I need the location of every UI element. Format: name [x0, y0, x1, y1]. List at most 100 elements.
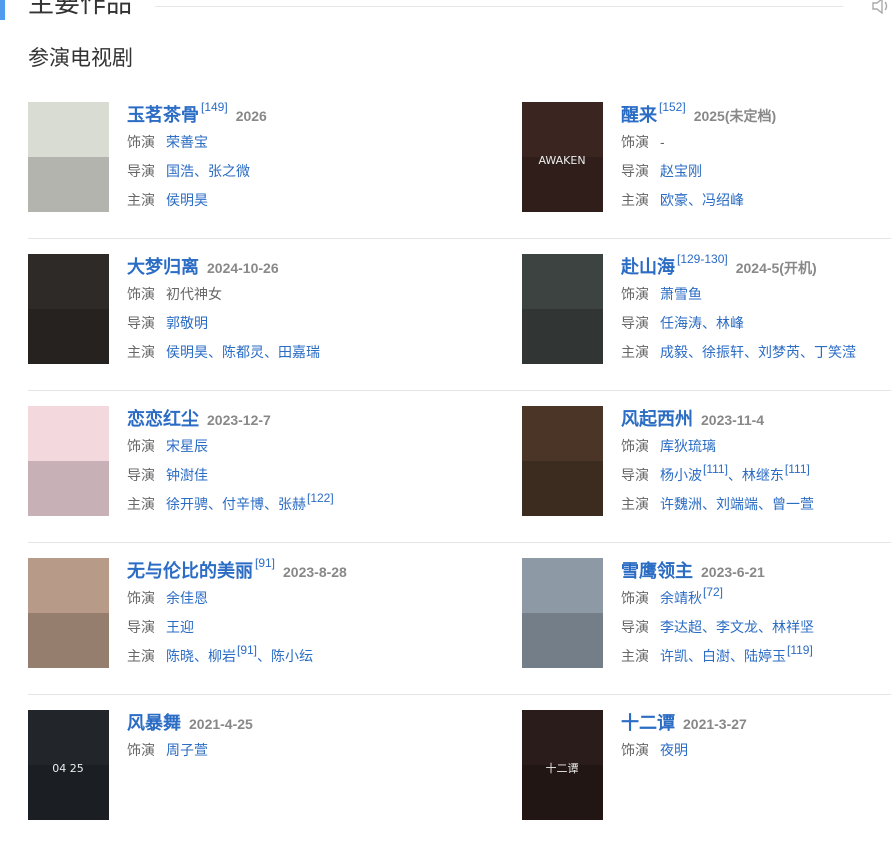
work-info: 风起西州 2023-11-4 饰演 库狄琉璃 导演 杨小波[111]、林继东[111] 主演… — [621, 406, 891, 519]
work-title-link[interactable]: 醒来 — [621, 105, 657, 125]
person-link[interactable]: 王迎 — [166, 619, 194, 635]
person-link[interactable]: 钟澍佳 — [166, 467, 208, 483]
person-link[interactable]: 曾一萱 — [772, 496, 814, 512]
work-info: 玉茗茶骨 [149] 2026 饰演 荣善宝 导演 国浩、张之微 主演 侯明昊 — [127, 100, 427, 215]
speaker-icon[interactable] — [872, 0, 890, 15]
separator: 、 — [758, 619, 772, 635]
person-link[interactable]: 欧豪 — [660, 192, 688, 208]
person-link[interactable]: 赵宝刚 — [660, 163, 702, 179]
director-label: 导演 — [621, 315, 649, 331]
credit-field: 导演 任海涛、林峰 — [621, 309, 891, 338]
person-link[interactable]: 荣善宝 — [166, 134, 208, 150]
credit-field: 饰演 宋星辰 — [127, 432, 427, 461]
poster-image[interactable] — [522, 558, 603, 668]
person-link[interactable]: 白澍 — [702, 648, 730, 664]
poster-image[interactable] — [522, 406, 603, 516]
person-link[interactable]: 库狄琉璃 — [660, 438, 716, 454]
reference-link[interactable]: [152] — [659, 100, 686, 114]
works-row: 大梦归离 2024-10-26 饰演 初代神女 导演 郭敬明 主演 侯明昊、陈都灵、田嘉瑞 赴山… — [28, 238, 891, 406]
work-info: 醒来 [152]2025(未定档) 饰演 - 导演 赵宝刚 主演 欧豪、冯绍峰 — [621, 100, 891, 215]
reference-link[interactable]: [149] — [201, 100, 228, 114]
person-link[interactable]: 张之微 — [208, 163, 250, 179]
row-divider — [28, 694, 891, 695]
person-link[interactable]: 冯绍峰 — [702, 192, 744, 208]
work-title-link[interactable]: 风起西州 — [621, 409, 693, 429]
credit-field: 导演 李达超、李文龙、林祥坚 — [621, 613, 891, 642]
person-link[interactable]: 宋星辰 — [166, 438, 208, 454]
person-link[interactable]: 陈都灵 — [222, 344, 264, 360]
work-card: 无与伦比的美丽 [91]2023-8-28 饰演 余佳恩 导演 王迎 主演 陈晓、柳岩[91]… — [28, 556, 408, 678]
work-title-link[interactable]: 恋恋红尘 — [127, 409, 199, 429]
poster-image[interactable] — [28, 558, 109, 668]
person-link[interactable]: 夜明 — [660, 742, 688, 758]
person-link[interactable]: 徐开骋 — [166, 496, 208, 512]
person-link[interactable]: 陈晓 — [166, 648, 194, 664]
person-link[interactable]: 刘端端 — [716, 496, 758, 512]
poster-image[interactable]: 04 25 — [28, 710, 109, 820]
person-link[interactable]: 杨小波 — [660, 467, 702, 483]
person-link[interactable]: 余佳恩 — [166, 590, 208, 606]
poster-image[interactable]: AWAKEN — [522, 102, 603, 212]
release-date: 2026 — [235, 108, 267, 124]
reference-link[interactable]: [129-130] — [677, 252, 728, 266]
director-label: 导演 — [127, 315, 155, 331]
reference-link[interactable]: [91] — [255, 556, 275, 570]
credit-text: 初代神女 — [166, 286, 222, 302]
poster-image[interactable]: 十二谭 — [522, 710, 603, 820]
reference-link[interactable]: [111] — [703, 462, 728, 476]
person-link[interactable]: 任海涛 — [660, 315, 702, 331]
credit-field: 饰演 库狄琉璃 — [621, 432, 891, 461]
work-title-link[interactable]: 大梦归离 — [127, 257, 199, 277]
role-label: 饰演 — [621, 438, 649, 454]
person-link[interactable]: 林祥坚 — [772, 619, 814, 635]
person-link[interactable]: 侯明昊 — [166, 344, 208, 360]
work-title-link[interactable]: 玉茗茶骨 — [127, 105, 199, 125]
person-link[interactable]: 周子萱 — [166, 742, 208, 758]
person-link[interactable]: 林峰 — [716, 315, 744, 331]
work-title-link[interactable]: 十二谭 — [621, 713, 675, 733]
reference-link[interactable]: [111] — [785, 462, 810, 476]
work-title-link[interactable]: 赴山海 — [621, 257, 675, 277]
person-link[interactable]: 陈小纭 — [271, 648, 313, 664]
reference-link[interactable]: [91] — [237, 643, 257, 657]
person-link[interactable]: 柳岩 — [208, 648, 236, 664]
credit-field: 主演 成毅、徐振轩、刘梦芮、丁笑滢 — [621, 338, 891, 367]
person-link[interactable]: 郭敬明 — [166, 315, 208, 331]
credit-field: 主演 欧豪、冯绍峰 — [621, 186, 891, 215]
title-line: 恋恋红尘 2023-12-7 — [127, 406, 427, 432]
poster-image[interactable] — [28, 254, 109, 364]
person-link[interactable]: 成毅 — [660, 344, 688, 360]
poster-image[interactable] — [522, 254, 603, 364]
credit-field: 主演 许魏洲、刘端端、曾一萱 — [621, 490, 891, 519]
person-link[interactable]: 付辛博 — [222, 496, 264, 512]
svg-text:04 25: 04 25 — [52, 762, 84, 775]
person-link[interactable]: 林继东 — [742, 467, 784, 483]
person-link[interactable]: 许凯 — [660, 648, 688, 664]
person-link[interactable]: 丁笑滢 — [814, 344, 856, 360]
person-link[interactable]: 李达超 — [660, 619, 702, 635]
poster-image[interactable] — [28, 102, 109, 212]
works-row: 玉茗茶骨 [149]2026 饰演 荣善宝 导演 国浩、张之微 主演 侯明昊 AWAKEN 醒来[… — [28, 100, 891, 254]
person-link[interactable]: 许魏洲 — [660, 496, 702, 512]
person-link[interactable]: 陆婷玉 — [744, 648, 786, 664]
person-link[interactable]: 徐振轩 — [702, 344, 744, 360]
person-link[interactable]: 李文龙 — [716, 619, 758, 635]
person-link[interactable]: 萧雪鱼 — [660, 286, 702, 302]
reference-link[interactable]: [122] — [307, 491, 334, 505]
reference-link[interactable]: [119] — [787, 643, 813, 657]
work-info: 恋恋红尘 2023-12-7 饰演 宋星辰 导演 钟澍佳 主演 徐开骋、付辛博、张赫[122] — [127, 406, 427, 519]
person-link[interactable]: 田嘉瑞 — [278, 344, 320, 360]
work-title-link[interactable]: 风暴舞 — [127, 713, 181, 733]
person-link[interactable]: 刘梦芮 — [758, 344, 800, 360]
release-date: 2023-6-21 — [701, 564, 765, 580]
work-title-link[interactable]: 无与伦比的美丽 — [127, 561, 253, 581]
release-date: 2021-3-27 — [683, 716, 747, 732]
person-link[interactable]: 张赫 — [278, 496, 306, 512]
person-link[interactable]: 侯明昊 — [166, 192, 208, 208]
work-title-link[interactable]: 雪鹰领主 — [621, 561, 693, 581]
poster-image[interactable] — [28, 406, 109, 516]
person-link[interactable]: 余靖秋 — [660, 590, 702, 606]
person-link[interactable]: 国浩 — [166, 163, 194, 179]
reference-link[interactable]: [72] — [703, 585, 723, 599]
starring-label: 主演 — [621, 344, 649, 360]
